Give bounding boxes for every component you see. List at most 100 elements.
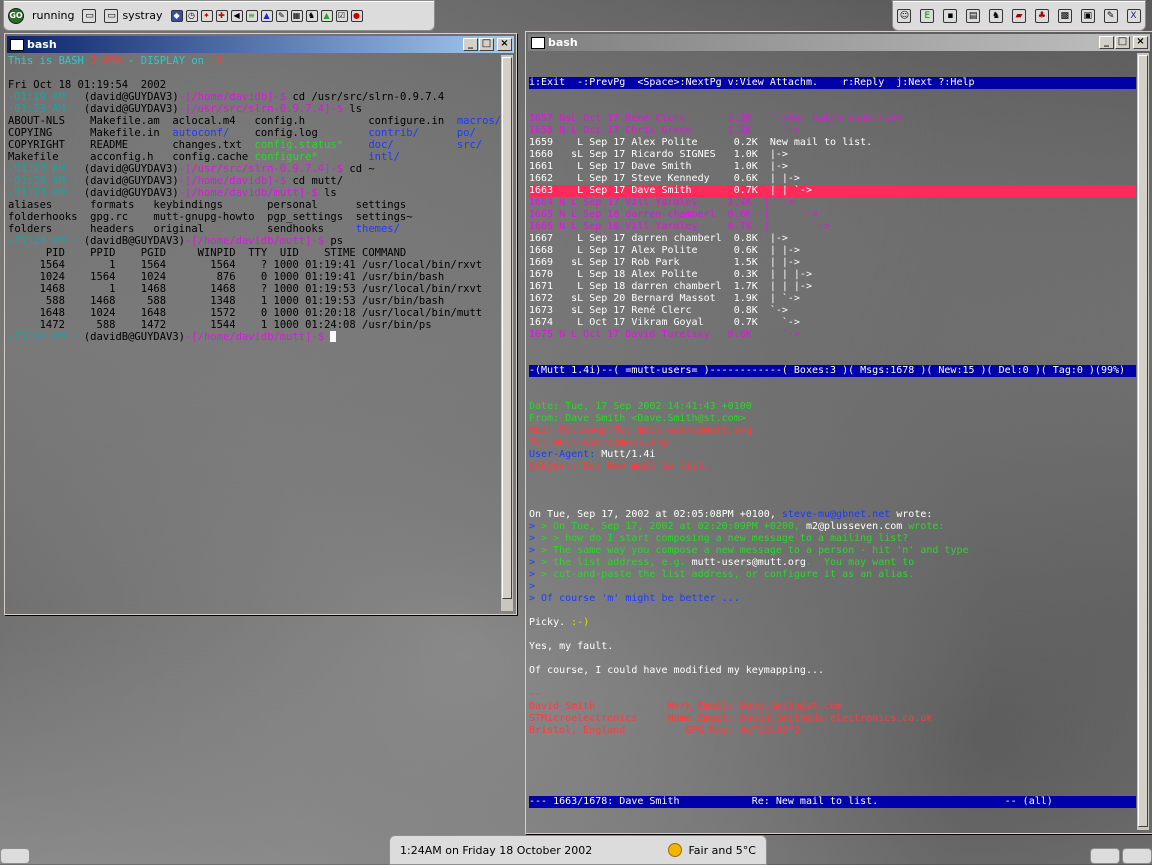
network-icon[interactable]: ≡ — [245, 9, 258, 22]
message-row[interactable]: 1659 L Sep 17 Alex Polite 0.2K New mail … — [529, 137, 1136, 149]
close-button[interactable]: × — [1133, 36, 1148, 49]
message-row[interactable]: 1664 N L Sep 17 Vill Yardley 1.4K | `-> — [529, 197, 1136, 209]
mail-body-text: Picky. — [529, 617, 572, 628]
message-row[interactable]: 1668 L Sep 17 Alex Polite 0.6K | |-> — [529, 245, 1136, 257]
message-row[interactable]: 1672 sL Sep 20 Bernard Massot 1.9K | `-> — [529, 293, 1136, 305]
mail-header-text: To: mutt-users@mutt.org — [529, 437, 668, 448]
left-corner-button[interactable] — [0, 848, 30, 864]
scrollbar-thumb[interactable] — [1138, 55, 1148, 827]
message-row[interactable]: 1667 L Sep 17 darren chamberl 0.8K |-> — [529, 233, 1136, 245]
message-row[interactable]: 1658 N L Oct 17 Chris Green 1.2K `-> — [529, 125, 1136, 137]
right-window-title: bash — [548, 36, 578, 49]
left-titlebar[interactable]: bash _ □ × — [7, 36, 514, 53]
speaker-icon[interactable]: ◀ — [230, 9, 243, 22]
message-row[interactable]: 1671 L Sep 18 darren chamberl 1.7K | | |… — [529, 281, 1136, 293]
book-icon[interactable]: ▰ — [1011, 8, 1026, 23]
message-row[interactable]: 1670 L Sep 18 Alex Polite 0.3K | | |-> — [529, 269, 1136, 281]
close-button[interactable]: × — [497, 38, 512, 51]
selected-message-row[interactable]: 1663 L Sep 17 Dave Smith 0.7K | | `-> — [529, 185, 1136, 197]
terminal-text: -01:23 AM - — [8, 187, 84, 199]
right-corner-button-1[interactable] — [1090, 848, 1120, 864]
systray-button[interactable]: ▭ systray — [104, 8, 163, 23]
mail-body-line: > > The same way you compose a new messa… — [529, 545, 1136, 557]
terminal-text: configure* — [254, 151, 318, 163]
terminal-line: -01:24 AM - (davidB@GUYDAV3)-[/home/davi… — [8, 331, 500, 343]
message-row[interactable]: 1661 L Sep 17 Dave Smith 1.0K |-> — [529, 161, 1136, 173]
game-icon[interactable]: ♣ — [1034, 8, 1049, 23]
gnu-icon[interactable]: ♞ — [305, 9, 318, 22]
terminal-line: 1024 1564 1024 876 0 1000 01:19:41 /usr/… — [8, 271, 500, 283]
running-button[interactable]: running — [32, 9, 74, 22]
terminal-text: -[/usr/src/slrn-0.9.7.4]-$ — [178, 103, 350, 115]
chip-icon[interactable]: E — [920, 8, 935, 23]
right-titlebar[interactable]: bash _ □ × — [528, 34, 1150, 51]
terminal-line: This is BASH 2.05b - DISPLAY on :0 — [8, 55, 500, 67]
grid-icon[interactable]: ▩ — [1057, 8, 1072, 23]
message-row[interactable]: 1665 N L Sep 18 darren chamberl 0.6K | `… — [529, 209, 1136, 221]
terminal-line: 1468 1 1468 1468 ? 1000 01:19:53 /usr/lo… — [8, 283, 500, 295]
edit-icon[interactable]: ✎ — [1103, 8, 1118, 23]
mouse-icon[interactable]: ✦ — [200, 9, 213, 22]
message-row[interactable]: 1666 N L Sep 18 Vill Yardley 0.7K | `-> — [529, 221, 1136, 233]
gnu-icon[interactable]: ♞ — [989, 8, 1004, 23]
keyboard-icon[interactable]: ▦ — [290, 9, 303, 22]
plug-icon[interactable]: ✚ — [215, 9, 228, 22]
mutt-content[interactable]: i:Exit -:PrevPg <Space>:NextPg v:View At… — [529, 53, 1136, 830]
checkbox-icon[interactable]: ☑ — [335, 9, 348, 22]
maximize-button[interactable]: □ — [1115, 36, 1130, 49]
tool-icon[interactable]: ✎ — [275, 9, 288, 22]
terminal-text: config.log — [229, 127, 369, 139]
bell-icon[interactable]: ▲ — [260, 9, 273, 22]
mail-body-text: > The same way you compose a new message… — [541, 545, 969, 556]
message-row[interactable]: 1660 sL Sep 17 Ricardo SIGNES 1.0K |-> — [529, 149, 1136, 161]
weather-text[interactable]: Fair and 5°C — [688, 844, 756, 857]
terminal-text: cd mutt/ — [292, 175, 344, 187]
terminal-icon[interactable]: ▪ — [943, 8, 958, 23]
go-menu-button[interactable]: GO — [8, 7, 24, 24]
mutt-status-bar: -(Mutt 1.4i)--( =mutt-users= )----------… — [529, 365, 1136, 377]
mutt-pager-bar: --- 1663/1678: Dave Smith Re: New mail t… — [529, 796, 1136, 808]
apple-icon[interactable]: ● — [350, 9, 363, 22]
right-mutt-window[interactable]: bash _ □ × i:Exit -:PrevPg <Space>:NextP… — [525, 31, 1152, 834]
minimize-button[interactable]: _ — [1099, 36, 1114, 49]
terminal-text: (david@GUYDAV3) — [83, 187, 179, 199]
triangle-icon[interactable]: ▲ — [320, 9, 333, 22]
terminal-text: -01:24 AM - — [8, 235, 84, 247]
maximize-button[interactable]: □ — [479, 38, 494, 51]
mail-header-text: Mutt/1.4i — [601, 449, 656, 460]
message-row[interactable]: 1673 sL Sep 17 René Clerc 0.8K `-> — [529, 305, 1136, 317]
terminal-text: intl/ — [368, 151, 400, 163]
mail-body-text: Yes, my fault. — [529, 641, 614, 652]
left-terminal-window[interactable]: bash _ □ × This is BASH 2.05b - DISPLAY … — [4, 33, 517, 615]
message-row[interactable]: 1674 L Oct 17 Vikram Goyal 0.7K `-> — [529, 317, 1136, 329]
terminal-text: (david@GUYDAV3) — [83, 163, 179, 175]
mutt-index[interactable]: 1657 NsL Oct 17 René Clerc 1.2K `->Re: b… — [529, 113, 1136, 341]
left-terminal-content[interactable]: This is BASH 2.05b - DISPLAY on :0 Fri Oc… — [8, 55, 500, 611]
left-scrollbar[interactable] — [501, 55, 513, 611]
minimize-button[interactable]: _ — [463, 38, 478, 51]
shield-icon[interactable]: ◆ — [170, 9, 183, 22]
clock-icon[interactable]: ◷ — [185, 9, 198, 22]
window-menu-icon[interactable] — [531, 36, 545, 49]
right-scrollbar[interactable] — [1137, 53, 1149, 830]
message-row[interactable]: 1657 NsL Oct 17 René Clerc 1.2K `->Re: b… — [529, 113, 1136, 125]
message-row[interactable]: 1662 L Sep 17 Steve Kennedy 0.6K | |-> — [529, 173, 1136, 185]
scrollbar-thumb[interactable] — [502, 57, 512, 599]
clock-text[interactable]: 1:24AM on Friday 18 October 2002 — [400, 844, 668, 857]
terminal-text: (davidB@GUYDAV3) — [83, 235, 186, 247]
window-menu-icon[interactable] — [10, 38, 24, 51]
right-corner-button-2[interactable] — [1122, 848, 1152, 864]
image-icon[interactable]: ▣ — [1080, 8, 1095, 23]
mail-body-line — [529, 653, 1136, 665]
terminal-line: -01:19 AM - (david@GUYDAV3)-[/home/david… — [8, 91, 500, 103]
message-row[interactable]: 1669 sL Sep 17 Rob Park 1.5K | |-> — [529, 257, 1136, 269]
window-list-icon[interactable]: ▭ — [82, 8, 97, 23]
terminal-text: (david@GUYDAV3) — [83, 175, 179, 187]
x-icon[interactable]: X — [1126, 8, 1141, 23]
document-icon[interactable]: ▤ — [966, 8, 981, 23]
top-panel-left: GO running ▭ ▭ systray ◆ ◷ ✦ ✚ ◀ ≡ ▲ ✎ ▦… — [3, 0, 435, 31]
message-row[interactable]: 1675 N L Oct 17 David Turetsky 0.8K `-> — [529, 329, 1136, 341]
user-icon[interactable]: ☺ — [897, 8, 912, 23]
mail-body-line: -- — [529, 689, 1136, 701]
mail-body-text: > — [529, 533, 542, 544]
